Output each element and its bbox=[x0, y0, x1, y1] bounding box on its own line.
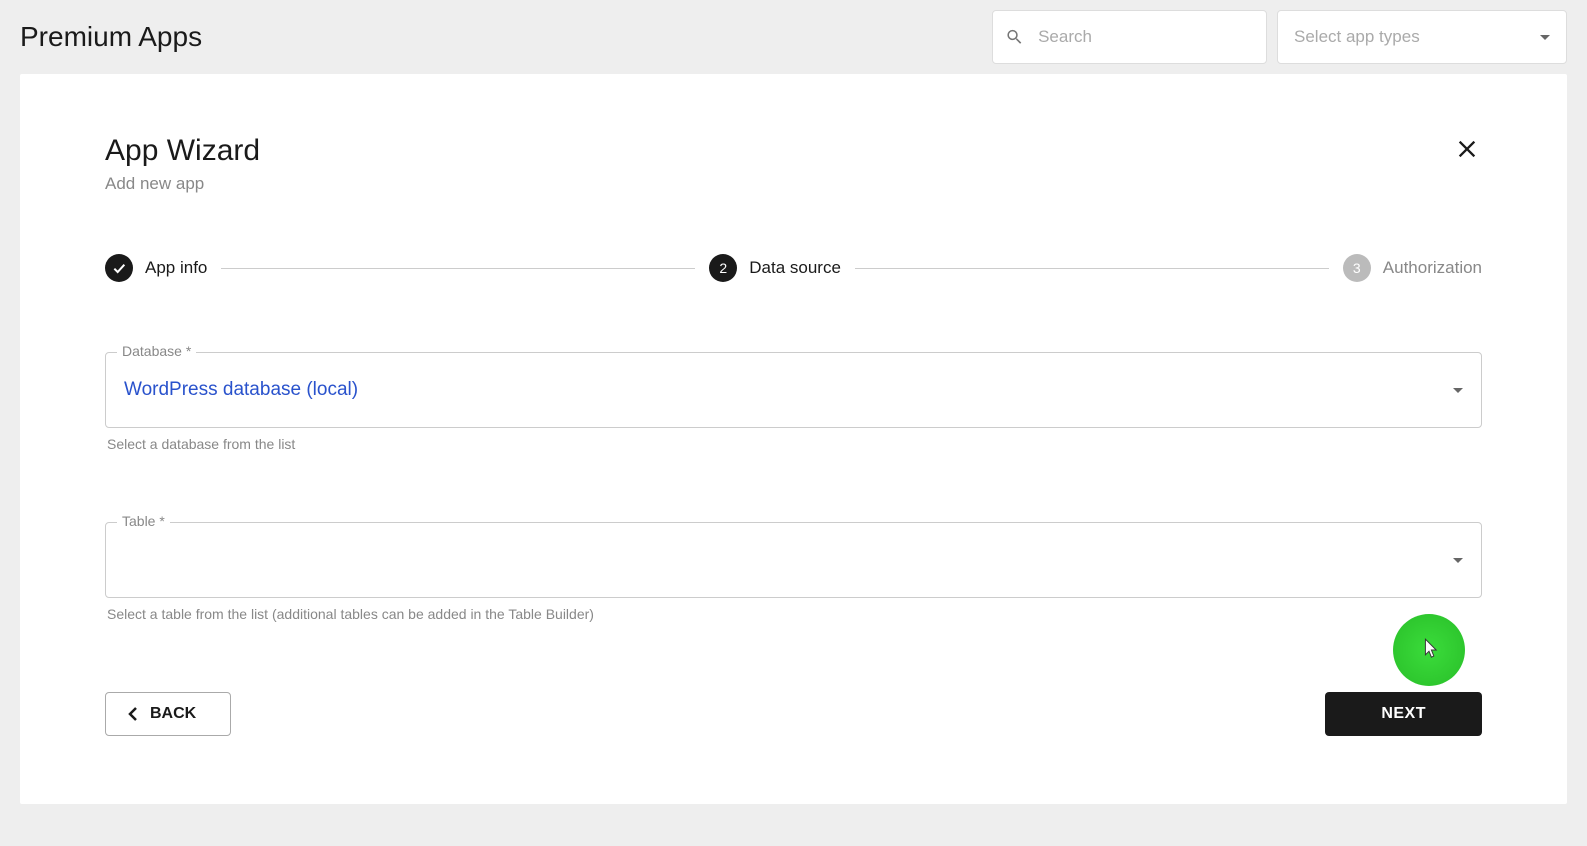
chevron-down-icon bbox=[1453, 388, 1463, 393]
database-select[interactable]: WordPress database (local) bbox=[105, 352, 1482, 428]
check-icon bbox=[111, 260, 127, 276]
back-label: BACK bbox=[150, 705, 196, 723]
step-label: Data source bbox=[749, 258, 841, 278]
search-icon bbox=[1005, 26, 1024, 48]
step-circle-done bbox=[105, 254, 133, 282]
cursor-icon bbox=[1419, 638, 1439, 662]
search-input[interactable] bbox=[1038, 27, 1254, 47]
step-app-info[interactable]: App info bbox=[105, 254, 207, 282]
close-icon bbox=[1456, 138, 1478, 160]
step-connector bbox=[855, 268, 1329, 269]
wizard-card: App Wizard Add new app App info 2 Data s… bbox=[20, 74, 1567, 804]
back-button[interactable]: BACK bbox=[105, 692, 231, 736]
step-authorization[interactable]: 3 Authorization bbox=[1343, 254, 1482, 282]
step-data-source[interactable]: 2 Data source bbox=[709, 254, 841, 282]
database-label: Database * bbox=[117, 343, 196, 359]
button-row: BACK NEXT bbox=[105, 692, 1482, 736]
database-value: WordPress database (local) bbox=[124, 379, 358, 401]
table-field: Table * Select a table from the list (ad… bbox=[105, 522, 1482, 622]
search-box[interactable] bbox=[992, 10, 1267, 64]
step-label: Authorization bbox=[1383, 258, 1482, 278]
wizard-header: App Wizard Add new app bbox=[105, 134, 1482, 194]
chevron-left-icon bbox=[128, 706, 138, 722]
next-label: NEXT bbox=[1381, 705, 1426, 723]
next-button[interactable]: NEXT bbox=[1325, 692, 1482, 736]
page-title: Premium Apps bbox=[20, 21, 992, 53]
chevron-down-icon bbox=[1540, 35, 1550, 40]
database-field: Database * WordPress database (local) Se… bbox=[105, 352, 1482, 452]
table-helper: Select a table from the list (additional… bbox=[107, 606, 1482, 622]
chevron-down-icon bbox=[1453, 558, 1463, 563]
cursor-highlight bbox=[1393, 614, 1465, 686]
step-circle-active: 2 bbox=[709, 254, 737, 282]
database-helper: Select a database from the list bbox=[107, 436, 1482, 452]
step-label: App info bbox=[145, 258, 207, 278]
header-bar: Premium Apps Select app types bbox=[0, 0, 1587, 74]
wizard-title: App Wizard bbox=[105, 134, 260, 168]
table-label: Table * bbox=[117, 513, 170, 529]
step-circle-pending: 3 bbox=[1343, 254, 1371, 282]
wizard-subtitle: Add new app bbox=[105, 174, 260, 194]
select-types-label: Select app types bbox=[1294, 27, 1420, 47]
select-app-types[interactable]: Select app types bbox=[1277, 10, 1567, 64]
step-connector bbox=[221, 268, 695, 269]
table-select[interactable] bbox=[105, 522, 1482, 598]
close-button[interactable] bbox=[1452, 134, 1482, 169]
stepper: App info 2 Data source 3 Authorization bbox=[105, 254, 1482, 282]
